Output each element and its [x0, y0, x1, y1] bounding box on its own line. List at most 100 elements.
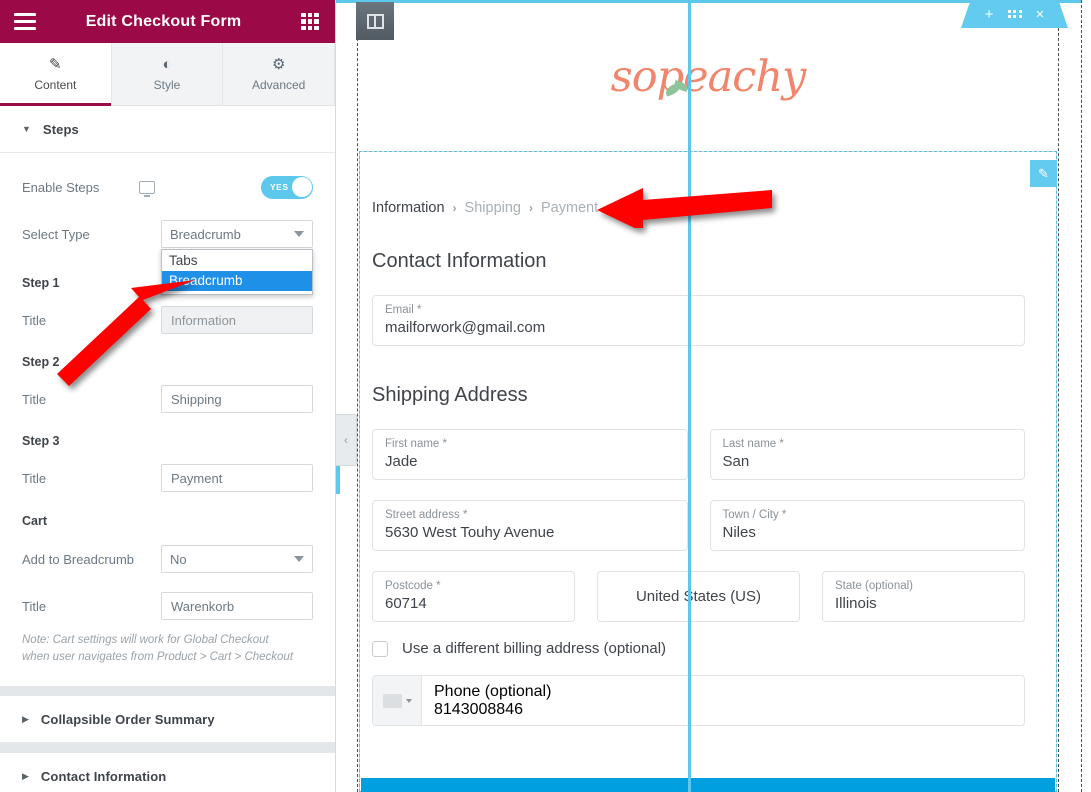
state-field[interactable]: State (optional) Illinois: [822, 571, 1025, 622]
street-address-field[interactable]: Street address * 5630 West Touhy Avenue: [372, 500, 688, 551]
panel-edge-accent: [336, 466, 340, 494]
close-button[interactable]: ×: [1036, 7, 1045, 22]
preview-canvas: + × sopeachy ✎ Information › Shipping ›: [336, 0, 1091, 792]
canvas-left-accent: [688, 0, 691, 792]
phone-value: 8143008846: [434, 701, 1012, 719]
section-divider: [0, 743, 335, 753]
element-toolbar: + ×: [961, 0, 1068, 28]
step1-title-label: Title: [22, 313, 161, 328]
grid-apps-icon[interactable]: [301, 13, 319, 31]
add-element-button[interactable]: +: [985, 7, 994, 22]
cart-title-input[interactable]: [161, 592, 313, 620]
cart-note-line1: Note: Cart settings will work for Global…: [22, 632, 313, 649]
last-name-value: San: [723, 451, 1013, 472]
country-value: United States (US): [636, 586, 761, 607]
step2-title-row: Title: [22, 381, 313, 417]
desktop-monitor-icon[interactable]: [139, 181, 155, 194]
toggle-value-label: YES: [270, 182, 289, 192]
billing-address-label: Use a different billing address (optiona…: [402, 640, 666, 657]
first-name-value: Jade: [385, 451, 675, 472]
last-name-label: Last name *: [723, 437, 1013, 451]
step-2-label: Step 2: [22, 355, 313, 369]
city-field[interactable]: Town / City * Niles: [710, 500, 1026, 551]
country-flag-selector[interactable]: [373, 676, 422, 725]
section-order-summary-label: Collapsible Order Summary: [41, 712, 215, 727]
state-value: Illinois: [835, 593, 1012, 614]
billing-address-checkbox-row[interactable]: Use a different billing address (optiona…: [372, 640, 1025, 657]
add-to-breadcrumb-dropdown[interactable]: No: [161, 545, 313, 573]
add-to-breadcrumb-row: Add to Breadcrumb No: [22, 541, 313, 577]
billing-address-checkbox[interactable]: [372, 641, 388, 657]
enable-steps-label: Enable Steps: [22, 180, 129, 195]
chevron-down-icon: [294, 556, 304, 562]
email-label: Email *: [385, 303, 1012, 317]
tab-advanced-label: Advanced: [252, 78, 305, 92]
toggle-knob: [292, 177, 312, 197]
step3-title-input[interactable]: [161, 464, 313, 492]
last-name-field[interactable]: Last name * San: [710, 429, 1026, 480]
canvas-right-rail: [1081, 0, 1091, 792]
country-field[interactable]: United States (US): [597, 571, 800, 622]
email-field[interactable]: Email * mailforwork@gmail.com: [372, 295, 1025, 346]
name-row: First name * Jade Last name * San: [372, 429, 1025, 480]
city-value: Niles: [723, 522, 1013, 543]
tab-advanced[interactable]: ⚙ Advanced: [223, 43, 335, 105]
first-name-field[interactable]: First name * Jade: [372, 429, 688, 480]
checkout-form-inner: Information › Shipping › Payment Contact…: [360, 152, 1056, 726]
panel-tabs: ✎ Content ◐ Style ⚙ Advanced: [0, 43, 335, 106]
phone-field[interactable]: Phone (optional) 8143008846: [372, 675, 1025, 726]
state-label: State (optional): [835, 579, 1012, 593]
chevron-right-icon: ▶: [22, 714, 29, 725]
chevron-down-icon: ▼: [22, 124, 31, 134]
city-label: Town / City *: [723, 508, 1013, 522]
page-title: Edit Checkout Form: [26, 13, 301, 31]
elementor-editor: Edit Checkout Form ✎ Content ◐ Style ⚙ A…: [0, 0, 1091, 792]
enable-steps-toggle[interactable]: YES: [261, 176, 313, 199]
cart-note: Note: Cart settings will work for Global…: [22, 632, 313, 666]
pencil-edit-icon[interactable]: ✎: [1030, 160, 1057, 187]
tab-style[interactable]: ◐ Style: [112, 43, 224, 105]
breadcrumb-separator-icon: ›: [529, 201, 533, 215]
cart-heading-row: Cart: [22, 507, 313, 535]
section-divider: [0, 686, 335, 696]
breadcrumb-item-information[interactable]: Information: [372, 200, 445, 216]
drag-handle-icon[interactable]: [1008, 10, 1022, 19]
panel-collapse-handle[interactable]: ‹: [336, 414, 357, 466]
section-header-contact-information[interactable]: ▶ Contact Information: [0, 753, 335, 792]
steps-settings: Enable Steps YES Select Type Breadcrumb: [0, 153, 335, 686]
breadcrumb-item-payment[interactable]: Payment: [541, 200, 598, 216]
tab-content[interactable]: ✎ Content: [0, 43, 112, 105]
select-type-control: Breadcrumb Tabs Breadcrumb: [161, 220, 313, 248]
option-breadcrumb[interactable]: Breadcrumb: [162, 271, 312, 291]
step3-title-label: Title: [22, 471, 161, 486]
select-type-row: Select Type Breadcrumb Tabs Breadcrumb: [22, 216, 313, 252]
shipping-address-heading: Shipping Address: [372, 384, 1025, 407]
cart-title-label: Title: [22, 599, 161, 614]
tab-style-label: Style: [154, 78, 181, 92]
chevron-down-icon: [294, 231, 304, 237]
step2-title-label: Title: [22, 392, 161, 407]
tab-content-label: Content: [34, 78, 76, 92]
postcode-field[interactable]: Postcode * 60714: [372, 571, 575, 622]
step1-title-input[interactable]: [161, 306, 313, 334]
phone-label: Phone (optional): [434, 683, 1012, 701]
step2-heading-row: Step 2: [22, 349, 313, 375]
editor-sidebar-panel: Edit Checkout Form ✎ Content ◐ Style ⚙ A…: [0, 0, 336, 792]
select-type-dropdown[interactable]: Breadcrumb: [161, 220, 313, 248]
chevron-down-icon: [406, 699, 412, 703]
option-tabs[interactable]: Tabs: [162, 251, 312, 271]
address-row: Street address * 5630 West Touhy Avenue …: [372, 500, 1025, 551]
pencil-icon: ✎: [49, 57, 62, 72]
add-to-breadcrumb-control: No: [161, 545, 313, 573]
section-header-order-summary[interactable]: ▶ Collapsible Order Summary: [0, 696, 335, 743]
add-to-breadcrumb-value: No: [170, 552, 294, 567]
step2-title-input[interactable]: [161, 385, 313, 413]
section-header-steps[interactable]: ▼ Steps: [0, 106, 335, 153]
chevron-right-icon: ▶: [22, 771, 29, 782]
breadcrumb-item-shipping[interactable]: Shipping: [465, 200, 521, 216]
email-value: mailforwork@gmail.com: [385, 317, 1012, 338]
cart-note-line2: when user navigates from Product > Cart …: [22, 649, 313, 666]
column-layout-icon[interactable]: [356, 2, 394, 40]
step3-heading-row: Step 3: [22, 428, 313, 454]
place-order-bar[interactable]: [361, 778, 1055, 792]
